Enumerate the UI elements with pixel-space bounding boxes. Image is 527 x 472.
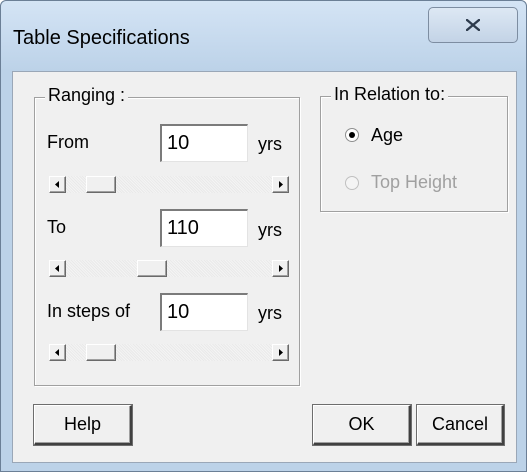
age-radio-label[interactable]: Age [371, 125, 403, 146]
help-button[interactable]: Help [34, 405, 132, 445]
steps-slider-thumb[interactable] [86, 344, 116, 361]
to-slider-thumb[interactable] [137, 260, 167, 277]
close-button[interactable] [428, 7, 518, 43]
top-height-radio-label: Top Height [371, 172, 458, 192]
from-slider-thumb[interactable] [86, 176, 116, 193]
ok-button[interactable]: OK [313, 405, 411, 445]
from-label: From [47, 132, 89, 152]
from-slider-left-button[interactable] [49, 176, 66, 193]
arrow-right-icon [279, 349, 283, 356]
arrow-right-icon [279, 265, 283, 272]
from-input[interactable]: 10 [160, 124, 248, 162]
ranging-legend: Ranging : [45, 85, 129, 106]
table-specifications-dialog: Table Specifications Ranging : From 10 y… [0, 0, 527, 472]
to-slider[interactable] [49, 260, 289, 277]
to-slider-right-button[interactable] [272, 260, 289, 277]
steps-unit: yrs [258, 303, 282, 323]
window-title: Table Specifications [13, 27, 190, 49]
steps-label: In steps of [47, 301, 131, 321]
title-bar[interactable]: Table Specifications [1, 1, 526, 71]
age-radio[interactable] [345, 128, 359, 142]
arrow-right-icon [279, 181, 283, 188]
close-icon [466, 19, 480, 31]
from-slider[interactable] [49, 176, 289, 193]
relation-group: In Relation to: [320, 84, 508, 212]
relation-legend: In Relation to: [331, 84, 449, 105]
steps-slider-left-button[interactable] [49, 344, 66, 361]
steps-input[interactable]: 10 [160, 293, 248, 331]
from-unit: yrs [258, 134, 282, 154]
to-unit: yrs [258, 220, 282, 240]
top-height-radio [345, 176, 359, 190]
steps-slider-right-button[interactable] [272, 344, 289, 361]
arrow-left-icon [55, 265, 59, 272]
to-slider-left-button[interactable] [49, 260, 66, 277]
to-label: To [47, 217, 67, 237]
to-input[interactable]: 110 [160, 209, 248, 247]
cancel-button[interactable]: Cancel [417, 405, 504, 445]
from-slider-right-button[interactable] [272, 176, 289, 193]
arrow-left-icon [55, 349, 59, 356]
arrow-left-icon [55, 181, 59, 188]
dialog-body: Ranging : From 10 yrs To 110 yrs In step… [12, 71, 517, 463]
steps-slider[interactable] [49, 344, 289, 361]
